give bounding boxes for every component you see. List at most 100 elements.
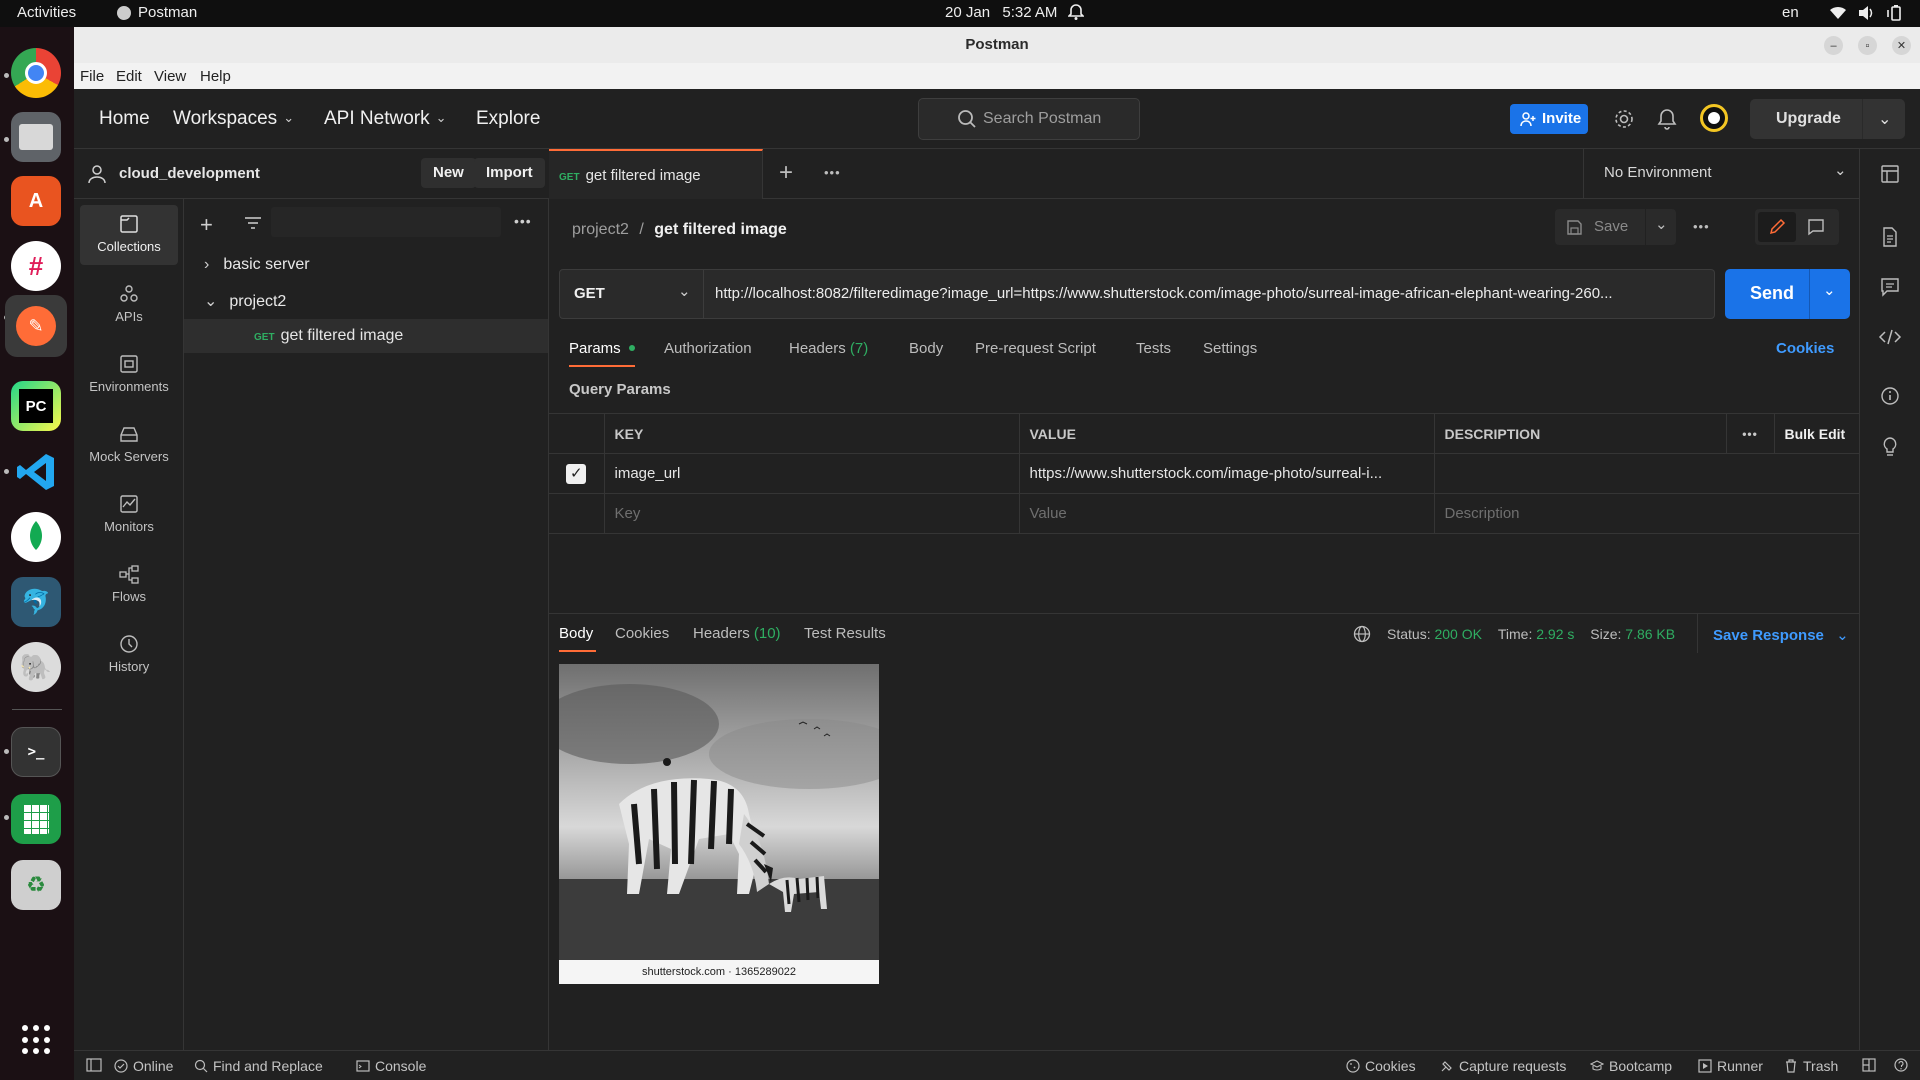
tab-authorization[interactable]: Authorization (664, 340, 752, 357)
two-pane-view-icon[interactable] (1862, 1058, 1876, 1072)
url-input[interactable]: http://localhost:8082/filteredimage?imag… (704, 269, 1715, 319)
chrome-icon[interactable] (11, 48, 61, 98)
clock[interactable]: 20 Jan 5:32 AM (945, 4, 1057, 21)
sidebar-item-history[interactable]: History (80, 625, 178, 685)
language-indicator[interactable]: en (1782, 4, 1799, 21)
minimize-button[interactable]: – (1824, 36, 1843, 55)
cookies-link[interactable]: Cookies (1776, 340, 1834, 357)
pgadmin-icon[interactable]: 🐘 (11, 642, 61, 692)
help-icon[interactable] (1894, 1058, 1908, 1072)
settings-gear-icon[interactable] (1613, 108, 1635, 130)
notifications-bell-icon[interactable] (1657, 108, 1677, 130)
send-button[interactable]: Send ⌄ (1725, 269, 1850, 319)
response-tab-test-results[interactable]: Test Results (804, 625, 886, 642)
sidebar-item-environments[interactable]: Environments (80, 345, 178, 405)
pycharm-icon[interactable]: PC (11, 381, 61, 431)
menu-view[interactable]: View (154, 68, 186, 85)
send-options-chevron-icon[interactable]: ⌄ (1823, 281, 1836, 299)
method-select[interactable]: GET ⌄ (559, 269, 704, 319)
toggle-sidebar-icon[interactable] (86, 1058, 102, 1072)
edit-mode-button[interactable] (1758, 212, 1796, 242)
power-icon[interactable] (1885, 4, 1903, 22)
new-button[interactable]: New (421, 158, 476, 188)
spreadsheet-icon[interactable] (11, 794, 61, 844)
new-tab-plus-icon[interactable]: + (779, 159, 793, 187)
request-more-icon[interactable]: ••• (1693, 219, 1710, 234)
breadcrumb-collection[interactable]: project2 (572, 221, 629, 238)
postman-dock-icon[interactable]: ✎ (5, 295, 67, 357)
menu-file[interactable]: File (80, 68, 104, 85)
mysql-workbench-icon[interactable]: 🐬 (11, 577, 61, 627)
sidebar-item-mock-servers[interactable]: Mock Servers (80, 415, 178, 475)
collection-basic-server[interactable]: › basic server (204, 256, 310, 274)
nav-workspaces[interactable]: Workspaces ⌄ (173, 108, 294, 130)
info-icon[interactable] (1880, 386, 1900, 406)
menu-help[interactable]: Help (200, 68, 231, 85)
param-key-cell[interactable]: image_url (603, 453, 1020, 494)
wifi-icon[interactable] (1829, 5, 1847, 20)
files-icon[interactable] (11, 112, 61, 162)
param-description-cell[interactable] (1433, 453, 1859, 494)
console-button[interactable]: Console (356, 1058, 426, 1074)
globe-icon[interactable] (1353, 625, 1371, 643)
status-value[interactable]: 200 OK (1434, 626, 1481, 642)
bulk-edit-button[interactable]: Bulk Edit (1773, 413, 1859, 454)
bootcamp-button[interactable]: Bootcamp (1590, 1058, 1672, 1074)
find-replace-button[interactable]: Find and Replace (194, 1058, 323, 1074)
nav-explore[interactable]: Explore (476, 108, 540, 130)
save-options-button[interactable]: ⌄ (1646, 209, 1676, 245)
environment-quick-look-icon[interactable] (1880, 164, 1900, 184)
new-value-input[interactable]: Value (1018, 493, 1435, 534)
new-description-input[interactable]: Description (1433, 493, 1859, 534)
tab-pre-request-script[interactable]: Pre-request Script (975, 340, 1096, 357)
tab-tests[interactable]: Tests (1136, 340, 1171, 357)
terminal-icon[interactable]: >_ (11, 727, 61, 777)
add-collection-icon[interactable]: + (200, 214, 213, 236)
filter-icon[interactable] (244, 216, 262, 230)
show-apps-icon[interactable] (22, 1025, 52, 1055)
environment-selector[interactable]: No Environment ⌄ (1583, 149, 1859, 199)
sidebar-item-monitors[interactable]: Monitors (80, 485, 178, 545)
bulb-icon[interactable] (1880, 436, 1900, 458)
trash-button[interactable]: Trash (1784, 1058, 1838, 1074)
menu-edit[interactable]: Edit (116, 68, 142, 85)
nav-api-network[interactable]: API Network ⌄ (324, 108, 447, 130)
maximize-button[interactable]: ▫ (1858, 36, 1877, 55)
tab-get-filtered-image[interactable]: GET get filtered image (549, 149, 763, 199)
upgrade-chevron-down-icon[interactable]: ⌄ (1878, 109, 1891, 129)
code-snippet-icon[interactable] (1878, 327, 1902, 347)
sidebar-item-apis[interactable]: APIs (80, 275, 178, 335)
slack-icon[interactable]: # (11, 241, 61, 291)
save-button[interactable]: Save (1555, 209, 1645, 245)
request-item-get-filtered-image[interactable]: GET get filtered image (184, 319, 548, 353)
activities-button[interactable]: Activities (17, 4, 76, 21)
capture-requests-button[interactable]: Capture requests (1440, 1058, 1566, 1074)
response-tab-body[interactable]: Body (559, 625, 593, 642)
import-button[interactable]: Import (474, 158, 545, 188)
active-app-indicator[interactable]: Postman (117, 4, 197, 21)
size-value[interactable]: 7.86 KB (1625, 626, 1675, 642)
sidebar-item-flows[interactable]: Flows (80, 555, 178, 615)
column-options-icon[interactable]: ••• (1725, 413, 1775, 454)
close-window-button[interactable]: ✕ (1892, 36, 1911, 55)
runner-button[interactable]: Runner (1698, 1058, 1763, 1074)
online-status[interactable]: Online (114, 1058, 173, 1074)
trash-dock-icon[interactable]: ♻ (11, 860, 61, 910)
save-response-button[interactable]: Save Response ⌄ (1713, 626, 1849, 644)
workspace-name[interactable]: cloud_development (119, 165, 260, 182)
avatar[interactable] (1700, 104, 1728, 132)
comments-icon[interactable] (1880, 277, 1900, 297)
comment-mode-icon[interactable] (1807, 218, 1825, 236)
vscode-icon[interactable] (11, 447, 61, 497)
collection-project2[interactable]: ⌄ project2 (204, 291, 286, 311)
response-tab-headers[interactable]: Headers (10) (693, 625, 781, 642)
software-center-icon[interactable]: A (11, 176, 61, 226)
tab-settings[interactable]: Settings (1203, 340, 1257, 357)
tab-headers[interactable]: Headers (7) (789, 340, 868, 357)
documentation-icon[interactable] (1881, 227, 1899, 247)
invite-button[interactable]: Invite (1510, 104, 1588, 134)
volume-icon[interactable] (1857, 5, 1875, 21)
nav-home[interactable]: Home (99, 108, 150, 130)
row-checkbox[interactable]: ✓ (549, 453, 605, 494)
time-value[interactable]: 2.92 s (1536, 626, 1574, 642)
